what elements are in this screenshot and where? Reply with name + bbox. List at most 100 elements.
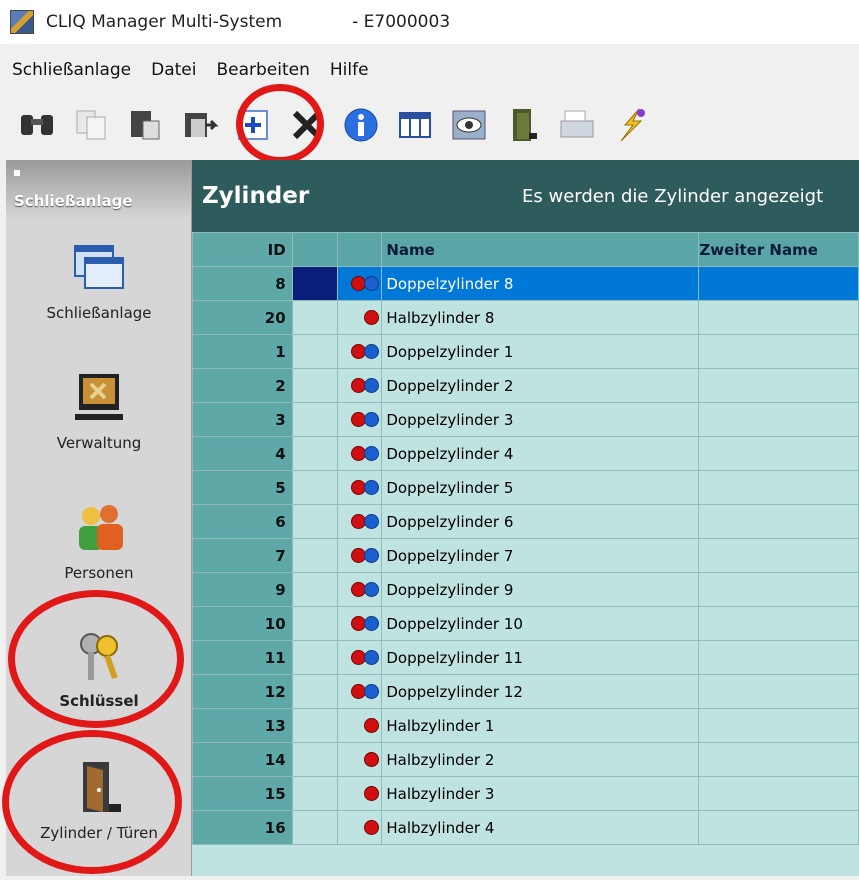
table-row[interactable]: 1 Doppelzylinder 1 <box>192 334 859 369</box>
sidebar: Schließanlage Schließanlage Verwaltung P… <box>6 160 192 876</box>
sidebar-item-personen[interactable]: Personen <box>6 500 192 582</box>
cell-second-name <box>698 470 859 505</box>
program-icon <box>620 108 645 142</box>
column-header-id[interactable]: ID <box>192 232 293 267</box>
delete-button[interactable] <box>282 99 332 151</box>
cell-id: 9 <box>192 572 293 607</box>
cylinder-blue-icon <box>364 684 380 699</box>
cylinder-blue-icon <box>364 344 380 359</box>
cell-id: 16 <box>192 810 293 845</box>
table-row[interactable]: 2 Doppelzylinder 2 <box>192 368 859 403</box>
sidebar-item-schluessel[interactable]: Schlüssel <box>6 628 192 710</box>
cell-name: Doppelzylinder 12 <box>381 674 700 709</box>
cell-second-name <box>698 640 859 675</box>
column-header-blank[interactable] <box>291 232 339 267</box>
door-icon <box>83 762 121 812</box>
cylinder-blue-icon <box>364 378 380 393</box>
table-row[interactable]: 13 Halbzylinder 1 <box>192 708 859 743</box>
cell-name: Doppelzylinder 1 <box>381 334 700 369</box>
cell-id: 4 <box>192 436 293 471</box>
table-row[interactable]: 16 Halbzylinder 4 <box>192 810 859 845</box>
cell-id: 3 <box>192 402 293 437</box>
table-row[interactable]: 15 Halbzylinder 3 <box>192 776 859 811</box>
export-icon <box>185 113 219 137</box>
table-row[interactable]: 3 Doppelzylinder 3 <box>192 402 859 437</box>
table-row[interactable]: 8 Doppelzylinder 8 <box>192 266 859 301</box>
cell-second-name <box>698 708 859 743</box>
table-row[interactable]: 7 Doppelzylinder 7 <box>192 538 859 573</box>
column-header-type[interactable] <box>337 232 383 267</box>
copy-button[interactable] <box>66 99 116 151</box>
print-icon <box>560 110 594 138</box>
cylinder-blue-icon <box>364 276 380 291</box>
cell-name: Halbzylinder 3 <box>381 776 700 811</box>
sidebar-item-schliessanlage[interactable]: Schließanlage <box>6 240 192 322</box>
table-row[interactable]: 4 Doppelzylinder 4 <box>192 436 859 471</box>
cell-name: Doppelzylinder 4 <box>381 436 700 471</box>
table-icon <box>399 112 431 138</box>
cell-type <box>337 674 383 709</box>
cell-second-name <box>698 572 859 607</box>
add-button[interactable] <box>228 99 278 151</box>
cell-second-name <box>698 776 859 811</box>
info-button[interactable] <box>336 99 386 151</box>
view-button[interactable] <box>444 99 494 151</box>
table-row[interactable]: 11 Doppelzylinder 11 <box>192 640 859 675</box>
panel-subtitle: Es werden die Zylinder angezeigt <box>522 185 824 207</box>
menu-schliessanlage[interactable]: Schließanlage <box>0 60 141 80</box>
table-button[interactable] <box>390 99 440 151</box>
cell-blank <box>291 810 339 845</box>
sidebar-header-dot <box>14 170 20 176</box>
toolbar <box>0 94 859 156</box>
cell-blank <box>291 776 339 811</box>
table-row[interactable]: 5 Doppelzylinder 5 <box>192 470 859 505</box>
cell-name: Doppelzylinder 5 <box>381 470 700 505</box>
cell-blank <box>291 640 339 675</box>
cylinder-red-icon <box>364 752 380 767</box>
cell-name: Halbzylinder 1 <box>381 708 700 743</box>
column-header-second-name[interactable]: Zweiter Name <box>698 232 859 267</box>
export-button[interactable] <box>174 99 224 151</box>
sidebar-item-label: Verwaltung <box>56 434 142 452</box>
sidebar-item-verwaltung[interactable]: Verwaltung <box>6 370 192 452</box>
cylinder-blue-icon <box>364 650 380 665</box>
cylinder-blue-icon <box>364 548 380 563</box>
cylinder-red-icon <box>364 820 380 835</box>
cell-type <box>337 742 383 777</box>
cell-second-name <box>698 402 859 437</box>
program-button[interactable] <box>606 99 656 151</box>
menu-hilfe[interactable]: Hilfe <box>320 60 379 80</box>
print-button[interactable] <box>552 99 602 151</box>
sidebar-header: Schließanlage <box>6 160 191 220</box>
door-button[interactable] <box>498 99 548 151</box>
column-header-name[interactable]: Name <box>381 232 700 267</box>
cell-blank <box>291 436 339 471</box>
table-row[interactable]: 10 Doppelzylinder 10 <box>192 606 859 641</box>
cell-type <box>337 572 383 607</box>
menu-bearbeiten[interactable]: Bearbeiten <box>206 60 319 80</box>
cell-id: 6 <box>192 504 293 539</box>
menu-datei[interactable]: Datei <box>141 60 206 80</box>
table-row[interactable]: 9 Doppelzylinder 9 <box>192 572 859 607</box>
find-button[interactable] <box>12 99 62 151</box>
cell-blank <box>291 470 339 505</box>
cell-id: 7 <box>192 538 293 573</box>
cell-blank <box>291 368 339 403</box>
table-row[interactable]: 20 Halbzylinder 8 <box>192 300 859 335</box>
title-bar: CLIQ Manager Multi-System - E7000003 <box>0 0 859 44</box>
table-row[interactable]: 14 Halbzylinder 2 <box>192 742 859 777</box>
cell-type <box>337 266 383 301</box>
paste-button[interactable] <box>120 99 170 151</box>
table-row[interactable]: 6 Doppelzylinder 6 <box>192 504 859 539</box>
cell-blank <box>291 300 339 335</box>
cell-name: Doppelzylinder 3 <box>381 402 700 437</box>
cell-id: 11 <box>192 640 293 675</box>
copy-icon <box>76 110 106 140</box>
table-row[interactable]: 12 Doppelzylinder 12 <box>192 674 859 709</box>
cell-id: 2 <box>192 368 293 403</box>
cell-name: Halbzylinder 8 <box>381 300 700 335</box>
cell-type <box>337 300 383 335</box>
cell-type <box>337 470 383 505</box>
sidebar-item-zylinder-tueren[interactable]: Zylinder / Türen <box>6 760 192 842</box>
cell-type <box>337 368 383 403</box>
